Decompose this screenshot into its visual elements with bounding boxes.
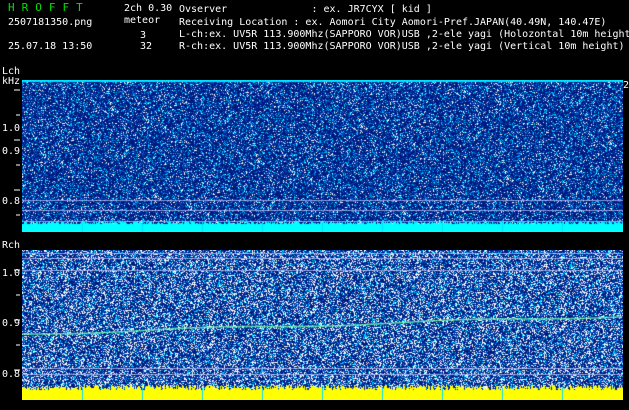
- version-label: 2ch 0.30: [124, 3, 173, 14]
- lch-waterfall-canvas: [22, 80, 623, 232]
- datetime-label: 25.07.18 13:50: [8, 41, 93, 52]
- rch-spectrogram: [22, 250, 623, 400]
- file-name: 2507181350.png: [8, 17, 93, 28]
- rch-axis-ticks: [14, 269, 20, 371]
- location-info: Receiving Location : ex. Aomori City Aom…: [179, 17, 607, 28]
- lch-axis-ticks: [14, 89, 20, 216]
- observer-info: Ovserver : ex. JR7CYX [ kid ]: [179, 4, 432, 15]
- rch-info: R-ch:ex. UV5R 113.900Mhz(SAPPORO VOR)USB…: [179, 41, 625, 52]
- rch-waterfall-canvas: [22, 250, 623, 400]
- mode-label: meteor: [124, 15, 161, 26]
- lch-info: L-ch:ex. UV5R 113.900Mhz(SAPPORO VOR)USB…: [179, 29, 629, 40]
- lch-spectrogram: [22, 80, 623, 232]
- rch-count: 32: [140, 41, 153, 52]
- time-tick-2: 2: [623, 80, 629, 91]
- app-name: HROFFT: [8, 1, 90, 14]
